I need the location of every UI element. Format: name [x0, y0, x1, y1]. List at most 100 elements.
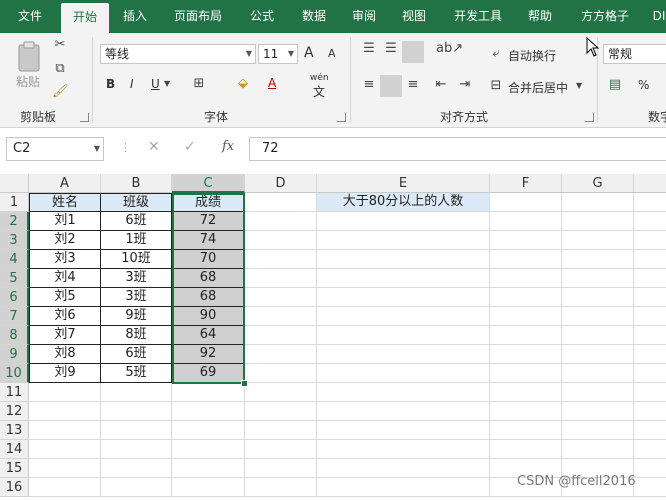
cell[interactable] — [101, 440, 172, 459]
cell[interactable] — [490, 421, 562, 440]
cell[interactable] — [490, 288, 562, 307]
cell[interactable] — [317, 250, 490, 269]
column-header-b[interactable]: B — [101, 174, 172, 193]
table-cell[interactable]: 6班 — [101, 212, 172, 231]
cell[interactable] — [29, 402, 101, 421]
phonetic-button[interactable]: wén — [310, 73, 329, 83]
row-header-13[interactable]: 13 — [0, 421, 29, 440]
table-cell[interactable]: 90 — [172, 307, 245, 326]
tab-di[interactable]: DI — [648, 0, 666, 33]
align-top-icon[interactable]: ☰ — [360, 41, 378, 56]
table-cell[interactable]: 刘4 — [29, 269, 101, 288]
row-header-2[interactable]: 2 — [0, 212, 29, 231]
cell[interactable] — [245, 193, 317, 212]
cell[interactable] — [245, 345, 317, 364]
cell[interactable] — [634, 307, 666, 326]
row-header-1[interactable]: 1 — [0, 193, 29, 212]
cell[interactable] — [101, 402, 172, 421]
table-cell[interactable]: 3班 — [101, 288, 172, 307]
font-name-select[interactable]: 等线 ▼ — [100, 44, 256, 64]
cell[interactable] — [562, 269, 634, 288]
cell[interactable] — [245, 288, 317, 307]
grow-font-button[interactable]: A — [304, 45, 314, 61]
cell[interactable] — [562, 402, 634, 421]
cell[interactable] — [562, 307, 634, 326]
column-header-c[interactable]: C — [172, 174, 245, 193]
table-header-cell[interactable]: 成绩 — [172, 193, 245, 212]
table-cell[interactable]: 5班 — [101, 364, 172, 383]
cell[interactable] — [317, 478, 490, 497]
cell[interactable] — [634, 421, 666, 440]
row-header-4[interactable]: 4 — [0, 250, 29, 269]
tab-review[interactable]: 审阅 — [344, 0, 384, 33]
cell[interactable] — [490, 326, 562, 345]
table-cell[interactable]: 刘5 — [29, 288, 101, 307]
cell[interactable] — [634, 383, 666, 402]
cell[interactable] — [245, 440, 317, 459]
cell[interactable] — [562, 250, 634, 269]
cell[interactable] — [29, 421, 101, 440]
italic-button[interactable]: I — [130, 77, 134, 91]
cell[interactable] — [634, 459, 666, 478]
cell[interactable] — [245, 478, 317, 497]
cell[interactable] — [172, 478, 245, 497]
row-header-15[interactable]: 15 — [0, 459, 29, 478]
table-cell[interactable]: 9班 — [101, 307, 172, 326]
cell[interactable] — [634, 250, 666, 269]
table-cell[interactable]: 1班 — [101, 231, 172, 250]
format-painter-icon[interactable]: 🖌 — [52, 84, 69, 99]
cell[interactable] — [562, 383, 634, 402]
table-cell[interactable]: 3班 — [101, 269, 172, 288]
fill-color-icon[interactable]: ⬙ — [234, 76, 252, 91]
cell[interactable] — [245, 459, 317, 478]
column-header-f[interactable]: F — [490, 174, 562, 193]
row-header-3[interactable]: 3 — [0, 231, 29, 250]
tab-developer[interactable]: 开发工具 — [445, 0, 511, 33]
cell[interactable] — [490, 440, 562, 459]
merge-center-button[interactable]: 合并后居中 — [508, 79, 568, 96]
cell[interactable] — [101, 478, 172, 497]
chevron-down-icon[interactable]: ▼ — [576, 81, 582, 90]
cell[interactable] — [172, 459, 245, 478]
tab-help[interactable]: 帮助 — [520, 0, 560, 33]
cell[interactable] — [245, 383, 317, 402]
copy-icon[interactable]: ⧉ — [52, 61, 68, 76]
cell[interactable] — [634, 440, 666, 459]
shrink-font-button[interactable]: A — [328, 47, 336, 60]
decrease-indent-icon[interactable]: ⇤ — [432, 77, 450, 92]
underline-button[interactable]: U — [151, 77, 160, 91]
cell[interactable] — [490, 269, 562, 288]
clipboard-launcher-icon[interactable] — [80, 113, 89, 122]
cell[interactable] — [634, 478, 666, 497]
table-cell[interactable]: 92 — [172, 345, 245, 364]
formula-input[interactable]: 72 — [249, 137, 666, 161]
tab-view[interactable]: 视图 — [394, 0, 434, 33]
select-all-corner[interactable] — [0, 174, 29, 193]
table-cell[interactable]: 刘6 — [29, 307, 101, 326]
cell[interactable] — [317, 383, 490, 402]
tab-fangfang[interactable]: 方方格子 — [572, 0, 638, 33]
cell[interactable] — [562, 440, 634, 459]
cell[interactable] — [490, 231, 562, 250]
cell[interactable] — [101, 383, 172, 402]
cell[interactable] — [245, 326, 317, 345]
table-cell[interactable]: 68 — [172, 269, 245, 288]
cell[interactable] — [634, 288, 666, 307]
tab-file[interactable]: 文件 — [8, 0, 52, 33]
column-header-g[interactable]: G — [562, 174, 634, 193]
cell[interactable] — [317, 402, 490, 421]
cell[interactable] — [562, 326, 634, 345]
tab-data[interactable]: 数据 — [294, 0, 334, 33]
cell[interactable] — [317, 231, 490, 250]
criteria-label-cell[interactable]: 大于80分以上的人数 — [317, 193, 490, 212]
column-header-partial[interactable] — [634, 174, 666, 193]
cell[interactable] — [29, 383, 101, 402]
table-cell[interactable]: 刘7 — [29, 326, 101, 345]
table-cell[interactable]: 10班 — [101, 250, 172, 269]
table-cell[interactable]: 74 — [172, 231, 245, 250]
cell[interactable] — [29, 440, 101, 459]
increase-indent-icon[interactable]: ⇥ — [456, 77, 474, 92]
borders-icon[interactable]: ⊞ — [190, 76, 208, 91]
bold-button[interactable]: B — [106, 77, 115, 91]
cell[interactable] — [245, 231, 317, 250]
